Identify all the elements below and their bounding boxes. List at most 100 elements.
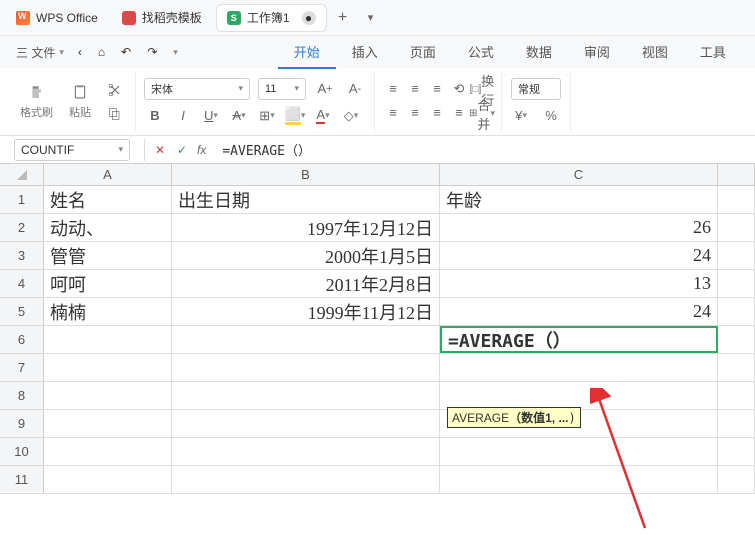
cell[interactable] [172,326,440,353]
cell[interactable] [172,410,440,437]
cell[interactable] [718,466,755,493]
cell[interactable] [440,466,718,493]
underline-button[interactable]: U▾ [200,106,222,126]
bold-button[interactable]: B [144,106,166,126]
cell[interactable]: 1999年11月12日 [172,298,440,325]
font-family-select[interactable]: 宋体▾ [144,78,250,100]
file-menu[interactable]: 三 文件 ▾ [8,40,72,65]
nav-back-button[interactable]: ‹ [72,42,88,62]
name-box[interactable]: COUNTIF ▾ [14,139,130,161]
tab-page[interactable]: 页面 [394,36,452,69]
cell[interactable]: 26 [440,214,718,241]
strike-button[interactable]: A▾ [228,106,250,126]
cell[interactable]: 出生日期 [172,186,440,213]
template-tab[interactable]: 找稻壳模板 [112,4,212,32]
cut-button[interactable] [103,80,127,100]
select-all-corner[interactable] [0,164,44,185]
col-header-c[interactable]: C [440,164,718,185]
cell[interactable]: 呵呵 [44,270,172,297]
redo-button[interactable]: ↷ [141,42,163,62]
tab-menu-button[interactable]: ▾ [359,6,383,30]
row-header[interactable]: 9 [0,410,44,437]
cell[interactable]: 年龄 [440,186,718,213]
cell[interactable]: 24 [440,242,718,269]
row-header[interactable]: 5 [0,298,44,325]
tab-view[interactable]: 视图 [626,36,684,69]
cell[interactable] [172,354,440,381]
cell[interactable]: 2011年2月8日 [172,270,440,297]
cell[interactable] [718,242,755,269]
new-tab-button[interactable]: + [331,6,355,30]
clear-format-button[interactable]: ◇▾ [340,106,362,126]
cell[interactable]: 楠楠 [44,298,172,325]
cell[interactable] [718,354,755,381]
row-header[interactable]: 2 [0,214,44,241]
percent-button[interactable]: % [540,106,562,126]
cell[interactable] [440,382,718,409]
align-left-button[interactable]: ≡ [383,104,403,122]
decrease-font-button[interactable]: A- [344,79,366,99]
cell[interactable]: 13 [440,270,718,297]
row-header[interactable]: 11 [0,466,44,493]
row-header[interactable]: 3 [0,242,44,269]
italic-button[interactable]: I [172,106,194,126]
row-header[interactable]: 7 [0,354,44,381]
tab-insert[interactable]: 插入 [336,36,394,69]
cell[interactable] [44,438,172,465]
cell[interactable] [44,354,172,381]
font-size-select[interactable]: 11▾ [258,78,306,100]
currency-button[interactable]: ¥▾ [510,106,532,126]
cell[interactable] [718,326,755,353]
number-format-select[interactable]: 常规 [511,78,561,100]
row-header[interactable]: 6 [0,326,44,353]
nav-home-button[interactable]: ⌂ [92,42,111,62]
cell[interactable] [718,214,755,241]
cell[interactable]: 24 [440,298,718,325]
cell[interactable] [440,354,718,381]
format-painter-button[interactable]: 格式刷 [16,82,57,122]
undo-button[interactable]: ↶ [115,42,137,62]
tab-data[interactable]: 数据 [510,36,568,69]
align-right-button[interactable]: ≡ [427,104,447,122]
cell[interactable] [718,270,755,297]
cell[interactable] [440,438,718,465]
indent-button[interactable]: ≡ [449,104,469,122]
row-header[interactable]: 4 [0,270,44,297]
increase-font-button[interactable]: A+ [314,79,336,99]
tab-formula[interactable]: 公式 [452,36,510,69]
cell[interactable] [718,438,755,465]
orientation-button[interactable]: ⟲ [449,80,469,98]
font-color-button[interactable]: A▾ [312,106,334,126]
cell[interactable]: 动动、 [44,214,172,241]
more-button[interactable]: ▾ [167,44,184,61]
formula-accept-button[interactable]: ✓ [175,143,189,157]
cell[interactable] [172,466,440,493]
cell[interactable] [44,410,172,437]
fx-icon[interactable]: fx [197,143,206,157]
cell[interactable] [718,298,755,325]
formula-input[interactable]: =AVERAGE（） [214,140,755,159]
cell[interactable] [44,382,172,409]
active-cell[interactable]: =AVERAGE（） [440,326,718,353]
cell[interactable] [718,382,755,409]
col-header-a[interactable]: A [44,164,172,185]
cell[interactable] [44,326,172,353]
col-header-b[interactable]: B [172,164,440,185]
align-bottom-button[interactable]: ≡ [427,80,447,98]
formula-cancel-button[interactable]: ✕ [153,143,167,157]
tab-tools[interactable]: 工具 [684,36,742,69]
align-middle-button[interactable]: ≡ [405,80,425,98]
cell[interactable] [172,438,440,465]
cell[interactable] [172,382,440,409]
border-button[interactable]: ⊞▾ [256,106,278,126]
copy-button[interactable] [103,104,127,124]
app-tab[interactable]: WPS Office [6,4,108,32]
col-header-d[interactable] [718,164,755,185]
align-center-button[interactable]: ≡ [405,104,425,122]
row-header[interactable]: 1 [0,186,44,213]
align-top-button[interactable]: ≡ [383,80,403,98]
tab-close-icon[interactable]: ● [302,11,316,25]
cell[interactable] [718,186,755,213]
row-header[interactable]: 8 [0,382,44,409]
tab-review[interactable]: 审阅 [568,36,626,69]
